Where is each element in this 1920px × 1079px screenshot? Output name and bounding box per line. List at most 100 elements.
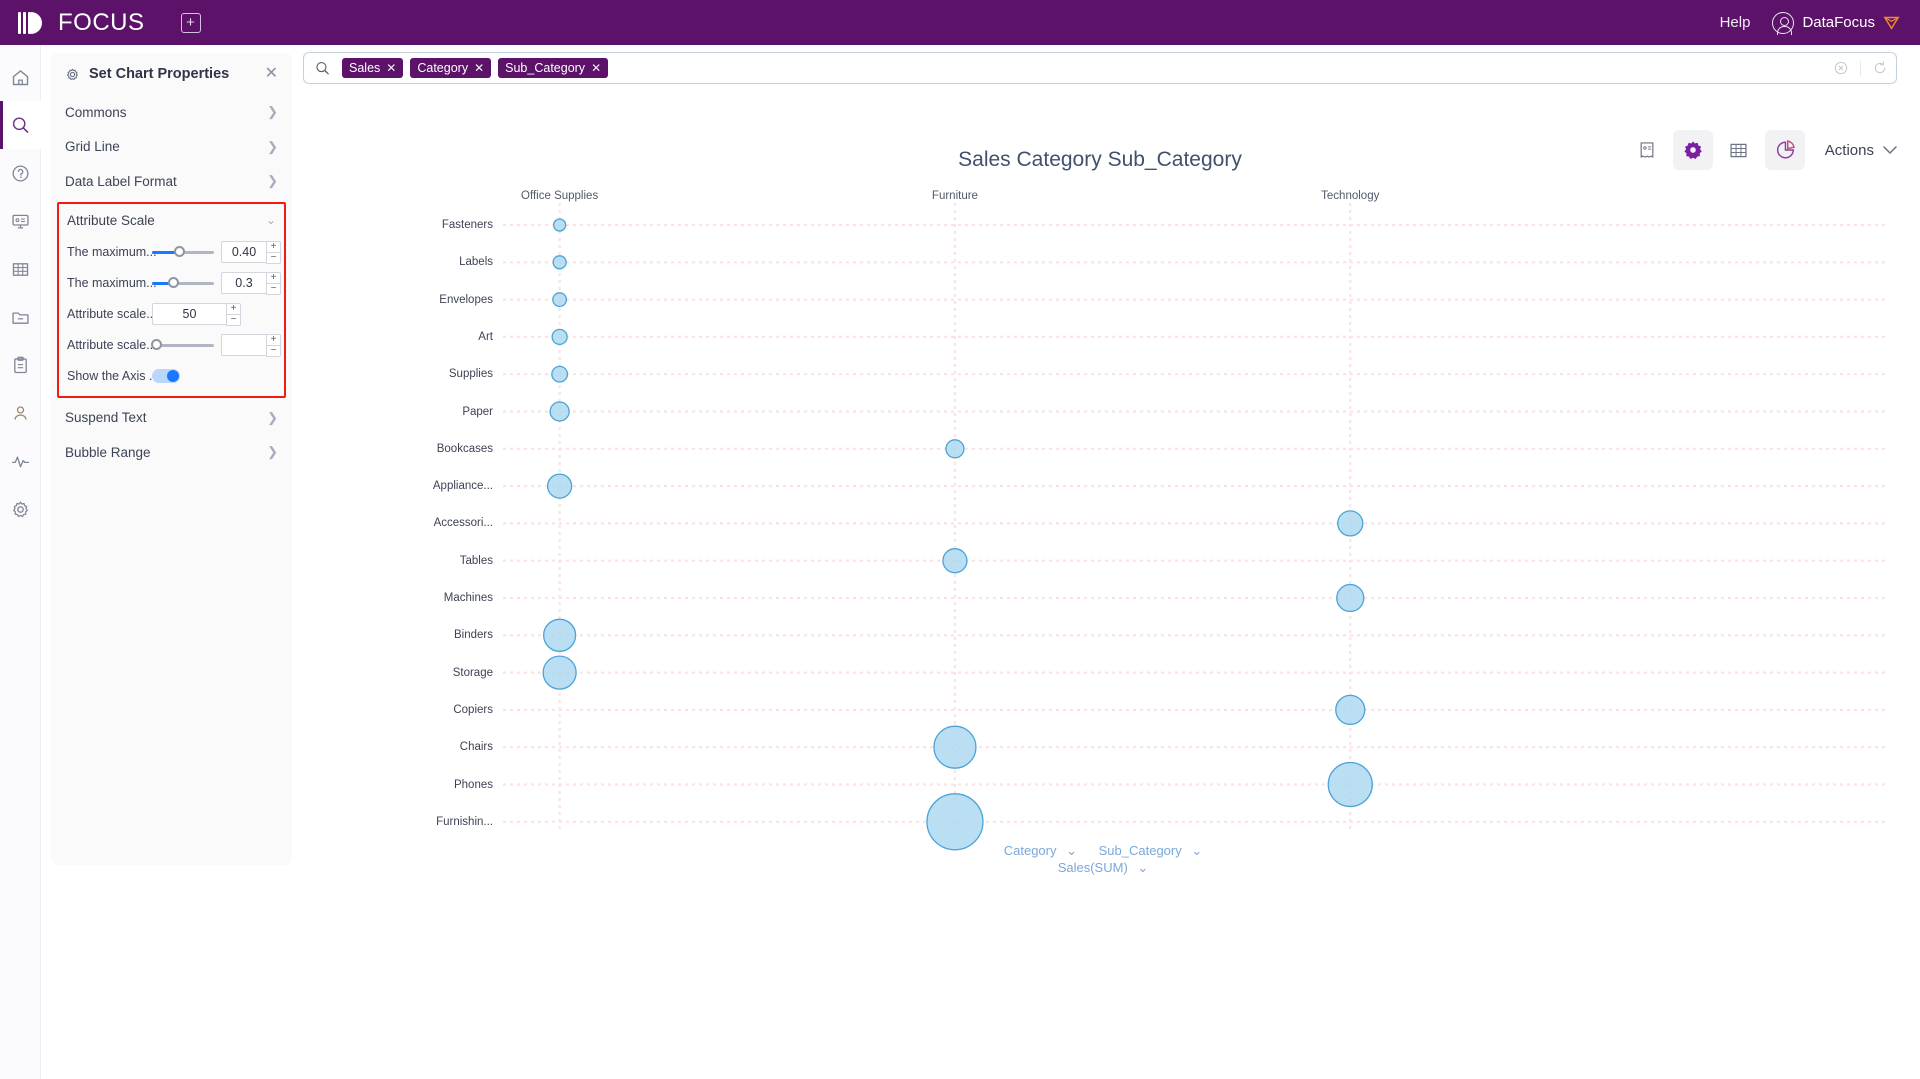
control-label: Show the Axis ...	[67, 369, 160, 383]
bubble-point[interactable]	[1327, 761, 1373, 808]
max-2-number[interactable]: 0.3 + −	[221, 272, 281, 295]
user-menu[interactable]: DataFocus	[1772, 11, 1900, 35]
bubble-point[interactable]	[552, 292, 568, 308]
prop-row-data-label-format[interactable]: Data Label Format ❯	[51, 164, 292, 199]
bubble-point[interactable]	[926, 793, 984, 851]
user-icon	[13, 405, 27, 420]
sidebar-item-home[interactable]	[0, 53, 41, 101]
chevron-right-icon: ❯	[267, 104, 278, 120]
bubble-chart: Office Supplies Furniture Technology Faste…	[303, 185, 1897, 1045]
axis-measure-label: Sales(SUM)	[1057, 860, 1128, 875]
bubble-point[interactable]	[1336, 583, 1365, 613]
bubble-point[interactable]	[552, 255, 567, 270]
prop-row-bubble-range[interactable]: Bubble Range ❯	[51, 435, 292, 470]
search-chip-sub-category[interactable]: Sub_Category ✕	[498, 58, 609, 78]
attr-scale-slider[interactable]	[151, 338, 214, 352]
sidebar-item-clipboard[interactable]	[0, 341, 41, 389]
max-2-slider[interactable]	[152, 276, 214, 290]
chevron-right-icon: ❯	[267, 173, 278, 189]
y-axis-label: Bookcases	[436, 442, 493, 455]
increment-icon[interactable]: +	[266, 241, 281, 252]
sidebar-item-settings[interactable]	[0, 485, 41, 533]
clipboard-icon	[13, 356, 27, 373]
sidebar-item-help[interactable]	[0, 149, 41, 197]
bubble-point[interactable]	[549, 401, 570, 422]
attr-scale-empty-number[interactable]: + −	[221, 334, 281, 357]
chart-title: Sales Category Sub_Category	[958, 148, 1242, 171]
max-1-number[interactable]: 0.40 + −	[221, 241, 281, 264]
bubble-point[interactable]	[542, 655, 577, 690]
bubble-point[interactable]	[551, 365, 569, 383]
question-circle-icon	[11, 164, 29, 182]
search-chip-category[interactable]: Category ✕	[410, 58, 492, 78]
attr-scale-number[interactable]: 50 + −	[152, 303, 241, 326]
chart-properties-panel: Set Chart Properties ✕ Commons ❯ Grid Li…	[51, 53, 292, 865]
max-1-slider[interactable]	[152, 245, 214, 259]
bubble-point[interactable]	[933, 725, 977, 769]
increment-icon[interactable]: +	[266, 272, 281, 283]
close-icon[interactable]: ✕	[474, 61, 484, 75]
increment-icon[interactable]: +	[266, 334, 281, 345]
category-header: Furniture	[931, 190, 978, 202]
y-axis-label: Phones	[453, 778, 493, 791]
y-axis-label: Appliance...	[432, 480, 493, 493]
prop-row-commons[interactable]: Commons ❯	[51, 95, 292, 130]
prop-row-grid-line[interactable]: Grid Line ❯	[51, 130, 292, 165]
plus-square-icon[interactable]: +	[180, 12, 201, 33]
attr-scale-empty-value	[221, 334, 266, 356]
close-icon[interactable]: ✕	[265, 66, 278, 82]
y-axis-label: Envelopes	[439, 293, 493, 306]
control-label: Attribute scale...	[67, 338, 157, 352]
app-logo[interactable]: FOCUS	[18, 9, 145, 37]
bubble-point[interactable]	[1337, 510, 1364, 537]
left-nav-rail	[0, 45, 41, 1079]
prop-row-suspend-text[interactable]: Suspend Text ❯	[51, 401, 292, 436]
y-axis-label: Copiers	[453, 703, 493, 716]
chevron-right-icon: ❯	[267, 409, 278, 425]
decrement-icon[interactable]: −	[266, 252, 281, 264]
bubble-point[interactable]	[945, 439, 965, 459]
show-axis-toggle[interactable]	[152, 369, 180, 383]
bubble-point[interactable]	[551, 328, 568, 346]
bubble-point[interactable]	[542, 618, 577, 652]
y-axis-label: Labels	[459, 256, 493, 269]
section-label: Attribute Scale	[67, 212, 155, 228]
control-max-1: The maximum... 0.40 + −	[59, 237, 284, 268]
search-bar[interactable]: Sales ✕ Category ✕ Sub_Category ✕	[303, 52, 1897, 84]
axis-measure-dropdown[interactable]: Sales(SUM) ⌄	[1052, 860, 1149, 875]
sidebar-item-search[interactable]	[0, 101, 41, 149]
chip-label: Sub_Category	[505, 61, 586, 75]
max-2-value: 0.3	[221, 272, 266, 294]
attribute-scale-header[interactable]: Attribute Scale ⌄	[59, 204, 284, 237]
axis-category-dropdown[interactable]: Category ⌄	[998, 843, 1077, 858]
home-icon	[12, 69, 28, 85]
decrement-icon[interactable]: −	[266, 283, 281, 295]
sidebar-item-folder[interactable]	[0, 293, 41, 341]
close-icon[interactable]: ✕	[591, 61, 601, 75]
sidebar-item-presentation[interactable]	[0, 197, 41, 245]
bubble-point[interactable]	[552, 218, 567, 232]
clear-circle-icon[interactable]	[1833, 60, 1849, 76]
decrement-icon[interactable]: −	[226, 314, 241, 326]
bubble-point[interactable]	[942, 548, 968, 574]
chevron-right-icon: ❯	[267, 444, 278, 460]
close-icon[interactable]: ✕	[386, 61, 396, 75]
y-axis-label: Paper	[462, 405, 493, 418]
sidebar-item-table[interactable]	[0, 245, 41, 293]
axis-subcategory-dropdown[interactable]: Sub_Category ⌄	[1093, 843, 1203, 858]
search-icon	[12, 116, 28, 133]
refresh-icon[interactable]	[1872, 60, 1888, 76]
bubble-point[interactable]	[1335, 694, 1366, 726]
sidebar-item-activity[interactable]	[0, 437, 41, 485]
bubble-point[interactable]	[546, 473, 573, 499]
axis-dimension-row: Category ⌄ Sub_Category ⌄	[303, 843, 1897, 859]
increment-icon[interactable]: +	[226, 303, 241, 314]
sidebar-item-user[interactable]	[0, 389, 41, 437]
search-chip-sales[interactable]: Sales ✕	[342, 58, 404, 78]
prop-label: Suspend Text	[65, 410, 147, 426]
help-link[interactable]: Help	[1720, 14, 1751, 31]
decrement-icon[interactable]: −	[266, 345, 281, 357]
gear-icon	[12, 501, 28, 517]
chip-label: Sales	[349, 61, 381, 75]
control-attr-scale-slider: Attribute scale... + −	[59, 330, 284, 361]
